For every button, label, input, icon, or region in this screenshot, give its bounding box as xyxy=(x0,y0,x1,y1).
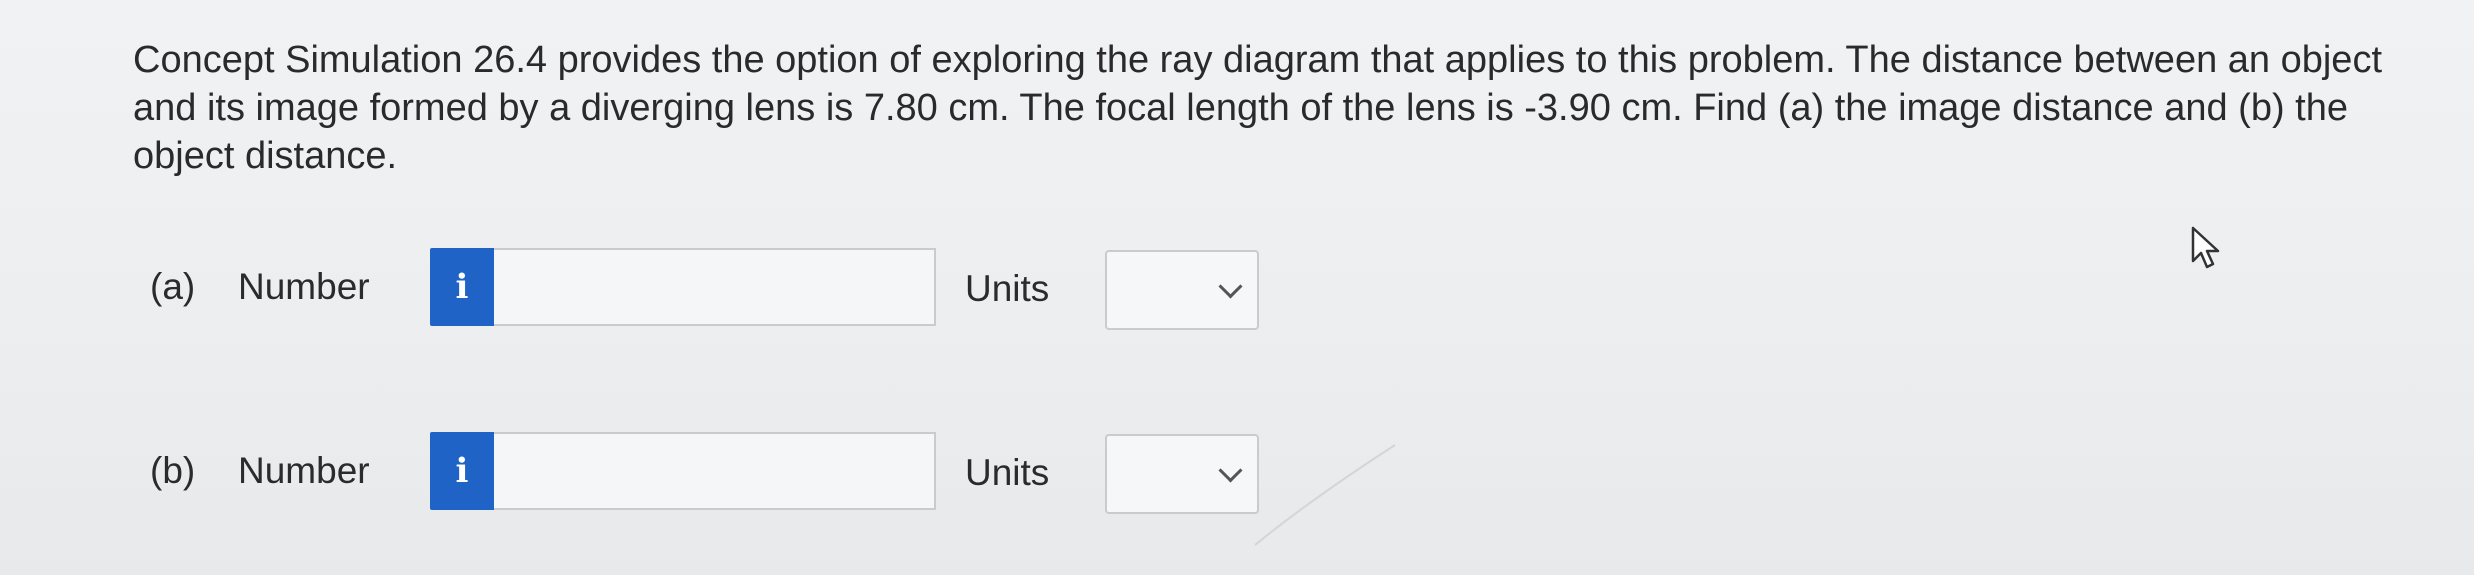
part-label-a: (a) xyxy=(150,266,196,307)
number-input-b[interactable] xyxy=(494,432,936,510)
number-label-b: Number xyxy=(238,450,370,491)
mouse-cursor-icon xyxy=(2191,226,2220,269)
screen-glare-mark xyxy=(1254,444,1396,546)
chevron-down-icon xyxy=(1218,458,1243,483)
units-label-b: Units xyxy=(965,452,1050,493)
number-input-a[interactable] xyxy=(494,248,936,326)
part-label-b: (b) xyxy=(150,450,196,491)
info-icon[interactable]: i xyxy=(430,432,494,510)
units-label-a: Units xyxy=(965,268,1050,309)
units-dropdown-b[interactable] xyxy=(1105,434,1259,514)
question-text: Concept Simulation 26.4 provides the opt… xyxy=(133,39,2382,177)
screenshot-page: Concept Simulation 26.4 provides the opt… xyxy=(0,0,2474,575)
info-icon[interactable]: i xyxy=(430,248,494,326)
chevron-down-icon xyxy=(1218,274,1243,299)
number-label-a: Number xyxy=(238,266,370,307)
units-dropdown-a[interactable] xyxy=(1105,250,1259,330)
